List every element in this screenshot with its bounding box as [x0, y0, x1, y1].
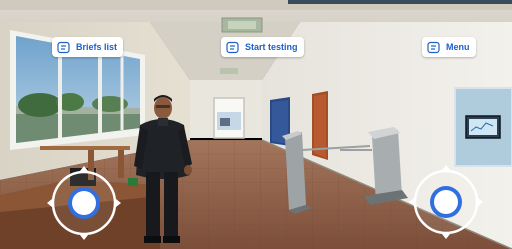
top-status-bar — [288, 0, 512, 4]
menu-button[interactable]: Menu — [422, 37, 476, 57]
menu-label: Menu — [446, 42, 470, 52]
arrow-down-icon — [80, 235, 88, 240]
arrow-down-icon — [442, 234, 450, 239]
list-card-icon — [57, 41, 70, 53]
look-joystick[interactable] — [406, 162, 486, 242]
briefs-list-button[interactable]: Briefs list — [52, 37, 124, 57]
arrow-right-icon — [478, 198, 483, 206]
arrow-left-icon — [47, 199, 52, 207]
list-card-icon — [226, 41, 239, 53]
arrow-right-icon — [116, 199, 121, 207]
arrow-up-icon — [80, 166, 88, 171]
ceiling-light — [220, 68, 238, 74]
game-viewport[interactable]: Briefs list Start testing Menu — [0, 0, 512, 249]
move-joystick[interactable] — [44, 163, 124, 243]
arrow-left-icon — [409, 198, 414, 206]
start-testing-label: Start testing — [245, 42, 298, 52]
list-card-icon — [427, 41, 440, 53]
briefs-list-label: Briefs list — [76, 42, 118, 52]
arrow-up-icon — [442, 165, 450, 170]
start-testing-button[interactable]: Start testing — [221, 37, 304, 57]
